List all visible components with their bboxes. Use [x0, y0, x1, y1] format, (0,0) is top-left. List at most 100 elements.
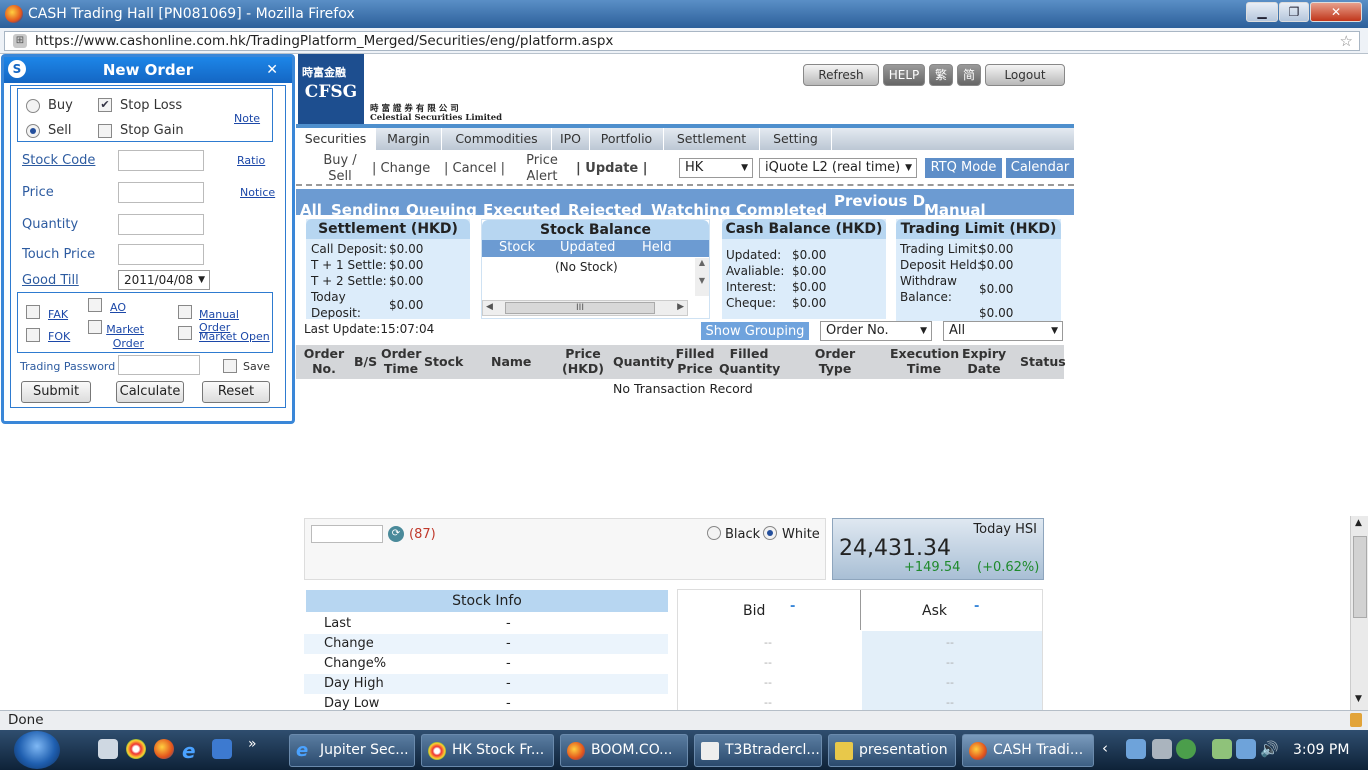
ratio-link[interactable]: Ratio [237, 154, 265, 167]
address-bar[interactable]: ⊞ https://www.cashonline.com.hk/TradingP… [4, 31, 1360, 51]
reset-button[interactable]: Reset [202, 381, 270, 403]
stock-code-link[interactable]: Stock Code [22, 153, 95, 168]
price-input[interactable] [118, 182, 204, 203]
chevron-left-icon[interactable]: ◀ [486, 302, 493, 312]
fok-link[interactable]: FOK [48, 330, 70, 343]
vertical-scrollbar[interactable]: ▲ ▼ [695, 258, 709, 296]
calendar-button[interactable]: Calendar [1006, 158, 1074, 178]
horizontal-scrollbar[interactable]: ◀ III ▶ [482, 300, 688, 316]
fak-link[interactable]: FAK [48, 308, 68, 321]
volume-icon[interactable]: 🔊 [1260, 739, 1280, 759]
ao-link[interactable]: AO [110, 301, 126, 314]
network-icon[interactable] [1126, 739, 1146, 759]
quote-select[interactable]: iQuote L2 (real time) ▼ [759, 158, 917, 178]
quote-stock-input[interactable] [311, 525, 383, 543]
tab-executed[interactable]: Executed [483, 201, 561, 215]
task-presentation[interactable]: presentation [828, 734, 956, 767]
chevron-left-icon[interactable]: ‹ [1102, 739, 1108, 757]
sell-radio[interactable] [26, 124, 40, 138]
logout-button[interactable]: Logout [985, 64, 1065, 86]
rtq-mode-button[interactable]: RTQ Mode [925, 158, 1002, 178]
stock-code-input[interactable] [118, 150, 204, 171]
market-open-checkbox[interactable] [178, 326, 192, 340]
touch-price-input[interactable] [118, 244, 204, 265]
tab-all[interactable]: All [300, 201, 322, 215]
task-t3btrader[interactable]: T3Btradercl... [694, 734, 822, 767]
close-icon[interactable]: ✕ [266, 57, 278, 83]
tab-watching[interactable]: Watching [651, 201, 730, 215]
start-button[interactable] [14, 731, 60, 769]
black-theme-radio[interactable] [707, 526, 721, 540]
menu-settlement[interactable]: Settlement [664, 128, 760, 150]
network-status-icon[interactable] [1236, 739, 1256, 759]
menu-setting[interactable]: Setting [760, 128, 832, 150]
stop-gain-checkbox[interactable] [98, 124, 112, 138]
quantity-input[interactable] [118, 214, 204, 235]
buy-sell-link[interactable]: Buy / Sell [318, 153, 362, 185]
computer-icon[interactable] [1152, 739, 1172, 759]
chevron-right-icon[interactable]: ▶ [677, 302, 684, 312]
chevron-down-icon[interactable]: ▼ [1355, 694, 1362, 704]
filter-select[interactable]: All ▼ [943, 321, 1063, 341]
scroll-thumb[interactable] [1353, 536, 1367, 618]
documents-icon[interactable] [98, 739, 118, 759]
tab-completed[interactable]: Completed [736, 201, 827, 215]
tab-queuing[interactable]: Queuing [406, 201, 477, 215]
search-icon[interactable]: ⟳ [388, 526, 404, 542]
menu-securities[interactable]: Securities [296, 128, 376, 150]
cancel-link[interactable]: | Cancel | [444, 161, 505, 177]
site-identity-icon[interactable]: ⊞ [13, 34, 27, 48]
show-grouping-button[interactable]: Show Grouping [700, 321, 810, 341]
good-till-link[interactable]: Good Till [22, 273, 79, 288]
chrome-icon[interactable] [126, 739, 146, 759]
submit-button[interactable]: Submit [21, 381, 91, 403]
restore-button[interactable]: ❐ [1279, 2, 1309, 22]
fak-checkbox[interactable] [26, 305, 40, 319]
market-select[interactable]: HK ▼ [679, 158, 753, 178]
tab-previous-day[interactable]: Previous D [834, 192, 925, 210]
security-warning-icon[interactable] [1350, 713, 1362, 727]
clock[interactable]: 3:09 PM [1293, 742, 1349, 758]
fok-checkbox[interactable] [26, 328, 40, 342]
buy-radio[interactable] [26, 99, 40, 113]
change-link[interactable]: | Change [372, 161, 430, 177]
manual-order-checkbox[interactable] [178, 305, 192, 319]
simplified-chinese-button[interactable]: 简 [957, 64, 981, 86]
task-boom[interactable]: BOOM.CO... [560, 734, 688, 767]
menu-portfolio[interactable]: Portfolio [590, 128, 664, 150]
tab-sending[interactable]: Sending [331, 201, 400, 215]
tab-manual[interactable]: Manual [924, 201, 986, 215]
close-window-button[interactable]: ✕ [1310, 2, 1362, 22]
power-icon[interactable] [1212, 739, 1232, 759]
globe-icon[interactable] [1176, 739, 1196, 759]
new-order-titlebar[interactable]: S New Order ✕ [4, 57, 292, 83]
stop-loss-checkbox[interactable]: ✔ [98, 98, 112, 112]
trading-password-input[interactable] [118, 355, 200, 375]
menu-margin[interactable]: Margin [376, 128, 442, 150]
scroll-thumb[interactable]: III [505, 302, 655, 314]
help-button[interactable]: HELP [883, 64, 925, 86]
price-alert-link[interactable]: Price Alert [520, 153, 564, 185]
white-theme-radio[interactable] [763, 526, 777, 540]
menu-ipo[interactable]: IPO [552, 128, 590, 150]
notice-link[interactable]: Notice [240, 186, 275, 199]
task-cash-trading[interactable]: CASH Tradi... [962, 734, 1094, 767]
firefox-icon[interactable] [154, 739, 174, 759]
ao-checkbox[interactable] [88, 298, 102, 312]
save-password-checkbox[interactable] [223, 359, 237, 373]
sort-order-select[interactable]: Order No. ▼ [820, 321, 932, 341]
internet-explorer-icon[interactable]: e [182, 739, 202, 763]
task-jupiter[interactable]: e Jupiter Sec... [289, 734, 415, 767]
menu-commodities[interactable]: Commodities [442, 128, 552, 150]
calculate-button[interactable]: Calculate [116, 381, 184, 403]
chevron-up-icon[interactable]: ▲ [1355, 518, 1362, 528]
note-link[interactable]: Note [234, 112, 260, 125]
desktop-icon[interactable] [212, 739, 232, 759]
traditional-chinese-button[interactable]: 繁 [929, 64, 953, 86]
refresh-button[interactable]: Refresh [803, 64, 879, 86]
bookmark-star-icon[interactable]: ☆ [1340, 32, 1353, 50]
update-link[interactable]: | Update | [576, 161, 648, 177]
market-open-link[interactable]: Market Open [199, 330, 270, 343]
task-hk-stock[interactable]: HK Stock Fr... [421, 734, 554, 767]
good-till-select[interactable]: 2011/04/08 ▼ [118, 270, 210, 290]
